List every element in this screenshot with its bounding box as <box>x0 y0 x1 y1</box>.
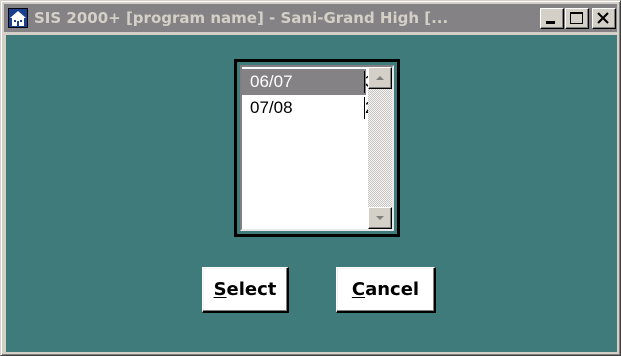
minimize-icon <box>546 21 555 24</box>
select-mnemonic: S <box>213 279 227 300</box>
maximize-icon <box>570 12 583 24</box>
dialog-window: SIS 2000+ [program name] - Sani-Grand Hi… <box>0 0 621 356</box>
list-vertical-scrollbar[interactable] <box>368 67 392 229</box>
list-item-year-0708[interactable]: 07/08 <box>242 95 366 121</box>
window-title: SIS 2000+ [program name] - Sani-Grand Hi… <box>34 9 449 27</box>
school-year-listbox[interactable]: 06/07 3 07/08 2 <box>240 65 394 231</box>
list-item-label: 06/07 <box>250 72 293 91</box>
select-label: elect <box>226 279 277 300</box>
cancel-button[interactable]: Cancel <box>336 267 436 313</box>
cancel-label: ancel <box>365 279 420 300</box>
app-building-icon[interactable] <box>8 8 28 28</box>
list-item-year-0607[interactable]: 06/07 <box>242 69 366 95</box>
scroll-down-button[interactable] <box>368 207 392 229</box>
maximize-button[interactable] <box>565 8 589 29</box>
title-bar[interactable]: SIS 2000+ [program name] - Sani-Grand Hi… <box>4 4 617 32</box>
select-button[interactable]: Select <box>202 267 289 313</box>
close-icon <box>597 12 609 24</box>
scroll-up-button[interactable] <box>368 67 392 89</box>
close-button[interactable] <box>592 8 616 29</box>
cancel-mnemonic: C <box>351 279 366 300</box>
dialog-client-area: 06/07 3 07/08 2 <box>6 35 617 352</box>
minimize-button[interactable] <box>540 8 564 29</box>
list-item-label: 07/08 <box>250 98 293 117</box>
arrow-down-icon <box>376 216 384 220</box>
year-list-focus-frame: 06/07 3 07/08 2 <box>234 59 400 237</box>
arrow-up-icon <box>376 76 384 80</box>
